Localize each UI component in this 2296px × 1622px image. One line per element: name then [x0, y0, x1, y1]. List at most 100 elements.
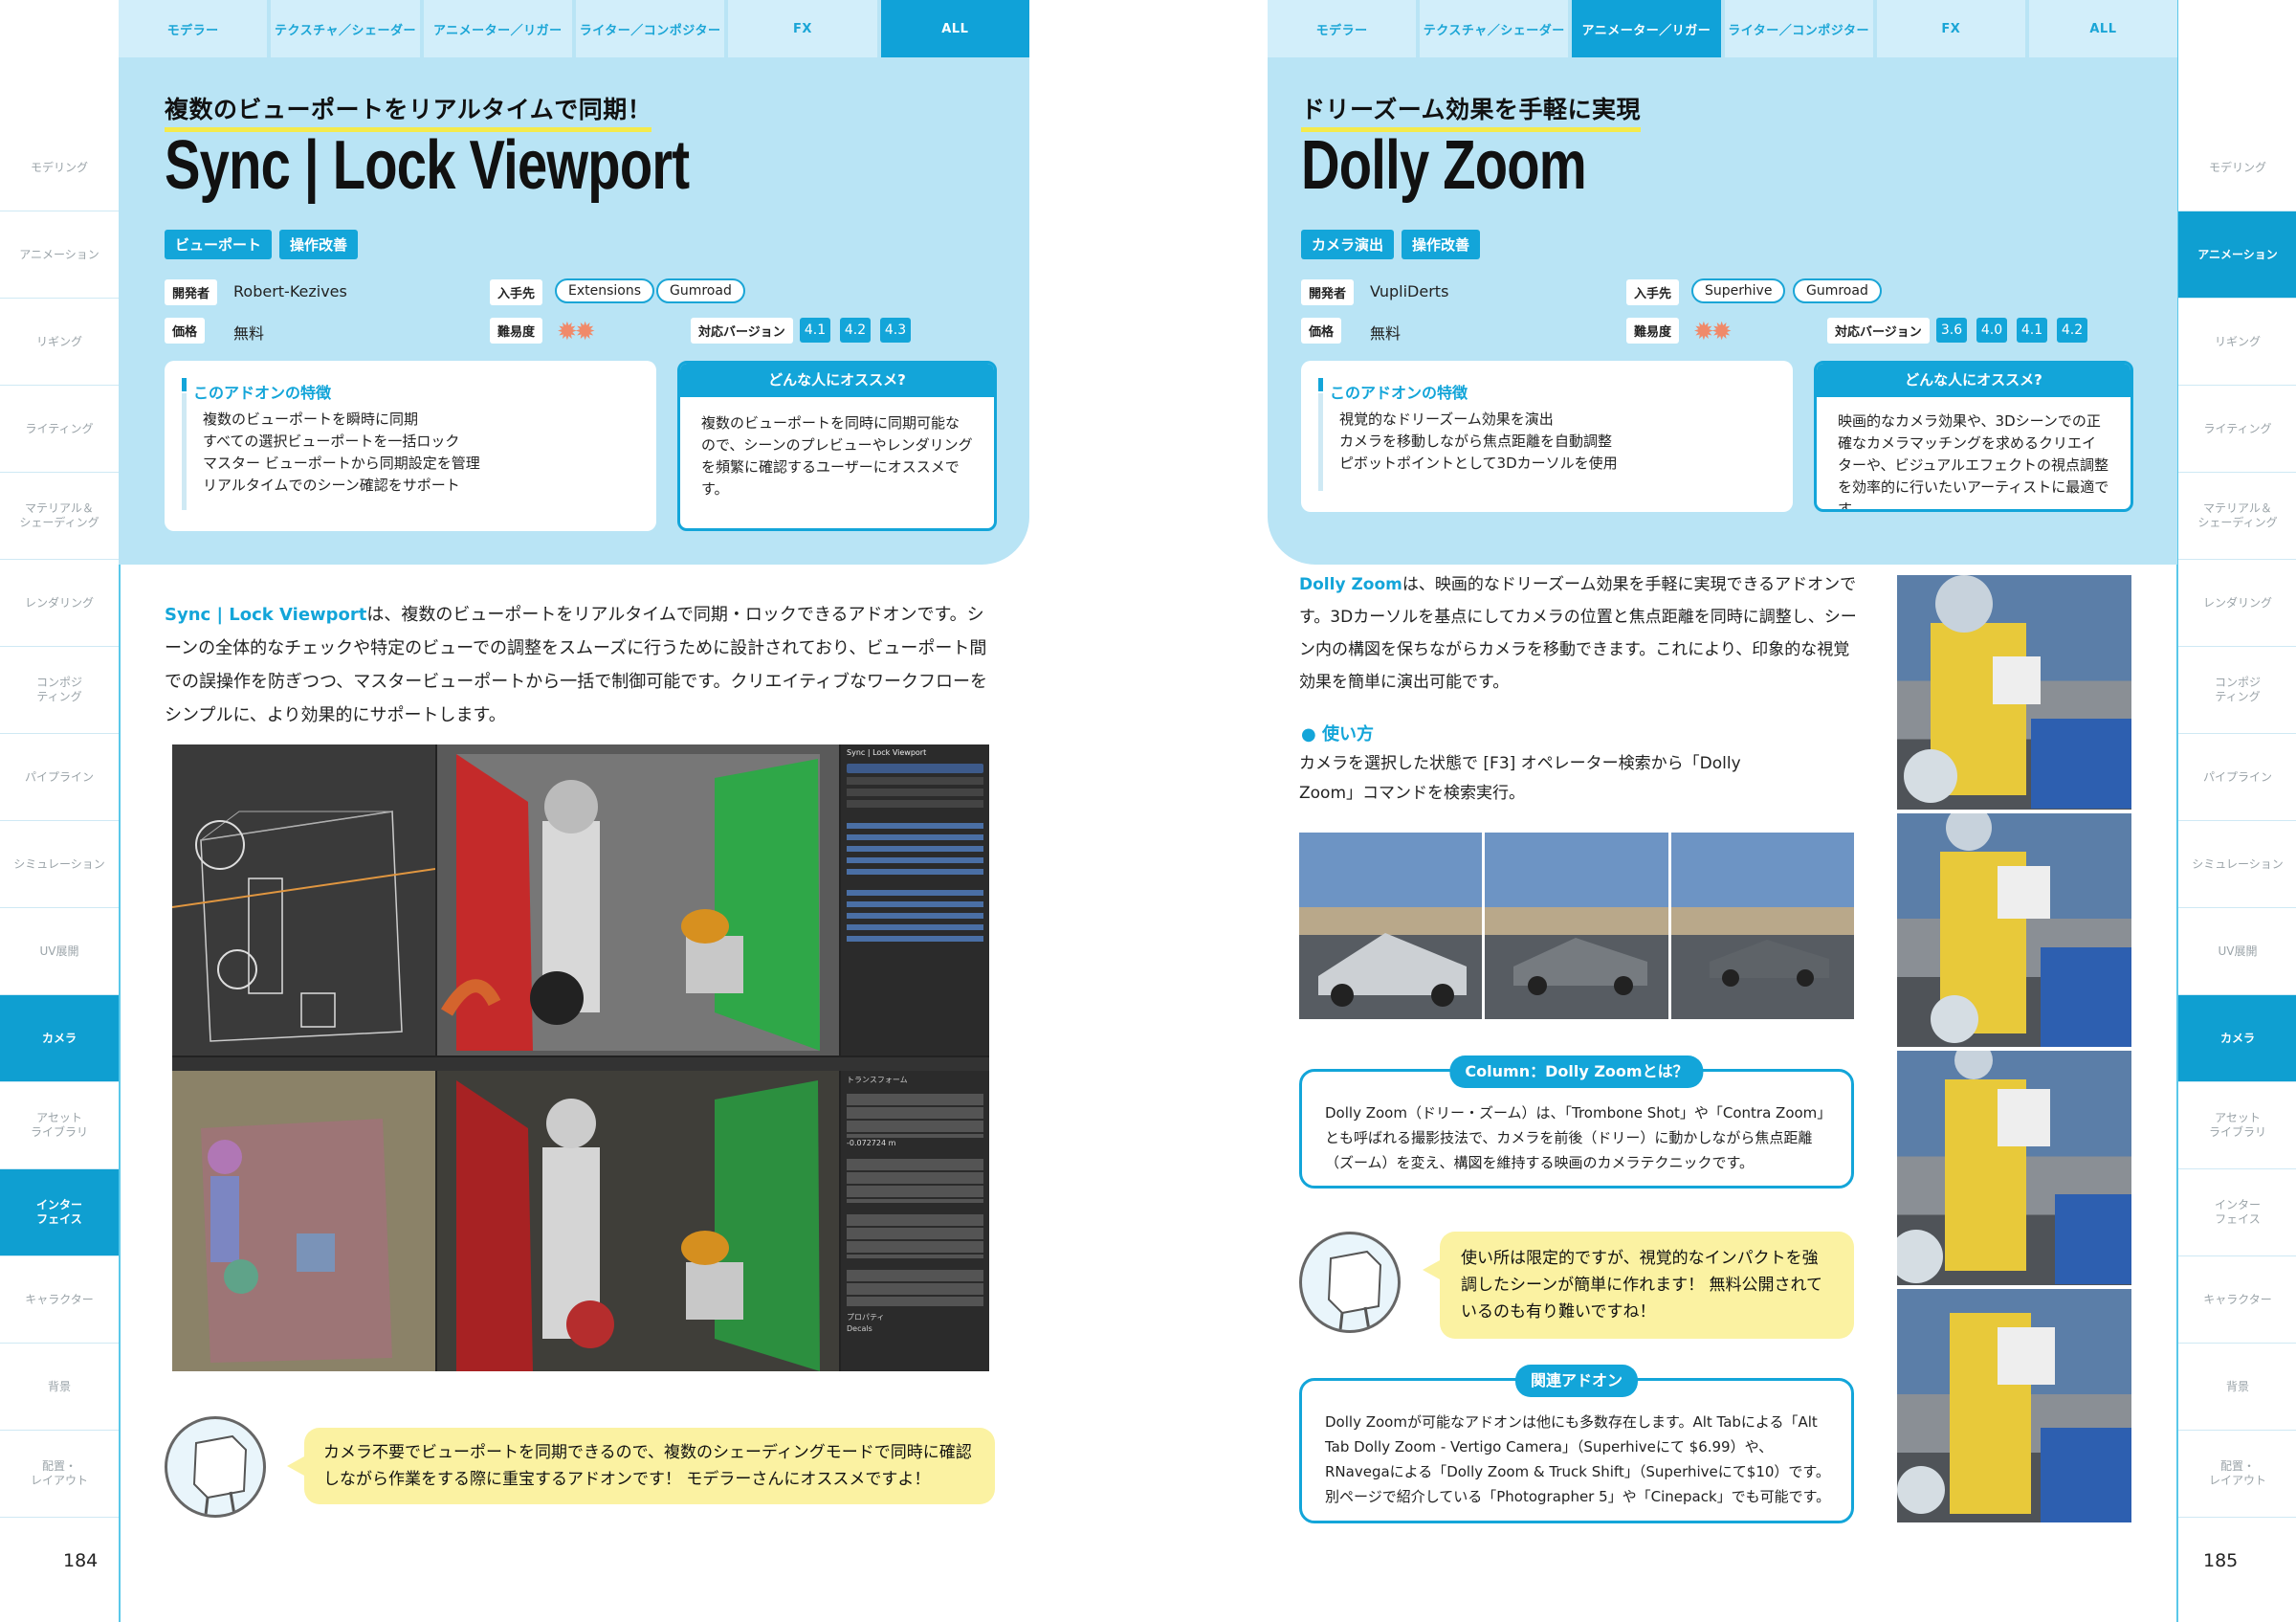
scale-fields[interactable] [847, 1212, 983, 1258]
features-box: このアドオンの特徴 視覚的なドリーズーム効果を演出 カメラを移動しながら焦点距離を… [1301, 361, 1793, 512]
nav-item-14[interactable]: 背景 [2178, 1344, 2296, 1431]
viewport-checklist[interactable] [847, 817, 983, 875]
column-title: Column：Dolly Zoomとは？ [1449, 1055, 1704, 1088]
tag: 操作改善 [1402, 230, 1481, 259]
tab-2[interactable]: アニメーター／リガー [423, 0, 572, 57]
dolly-zoom-frames [1299, 833, 1854, 1019]
dimension-fields[interactable] [847, 1268, 983, 1306]
property-section[interactable]: プロパティ [847, 1312, 983, 1323]
tab-4[interactable]: FX [1876, 0, 2025, 57]
frame-image [1670, 833, 1854, 1019]
tab-0[interactable]: モデラー [1268, 0, 1417, 57]
nav-item-10[interactable]: カメラ [0, 995, 119, 1082]
nav-item-3[interactable]: ライティング [2178, 386, 2296, 473]
photo-frame [1897, 812, 2131, 1047]
nav-item-15[interactable]: 配置・ レイアウト [0, 1431, 119, 1518]
nav-item-5[interactable]: レンダリング [2178, 560, 2296, 647]
tab-3[interactable]: ライター／コンポジター [1724, 0, 1873, 57]
sync-button[interactable] [847, 764, 983, 773]
article-body: Dolly Zoomは、映画的なドリーズーム効果を手軽に実現できるアドオンです。… [1299, 568, 1864, 699]
location-fields[interactable] [847, 1092, 983, 1138]
feature-item: ピボットポイントとして3Dカーソルを使用 [1339, 455, 1618, 472]
nav-item-5[interactable]: レンダリング [0, 560, 119, 647]
rendered-viewport [437, 1071, 839, 1371]
nav-item-9[interactable]: UV展開 [0, 908, 119, 995]
material-viewport [172, 1071, 435, 1371]
nav-item-0[interactable]: モデリング [2178, 124, 2296, 211]
nav-item-8[interactable]: シミュレーション [0, 821, 119, 908]
nav-item-15[interactable]: 配置・ レイアウト [2178, 1431, 2296, 1518]
article-title: Sync | Lock Viewport [165, 127, 690, 204]
feature-item: カメラを移動しながら焦点距離を自動調整 [1339, 433, 1613, 450]
price-label: 価格 [1301, 318, 1342, 344]
features-box: このアドオンの特徴 複数のビューポートを瞬時に同期 すべての選択ビューポートを一括… [165, 361, 656, 531]
related-title: 関連アドオン [1514, 1365, 1639, 1397]
tab-5[interactable]: ALL [880, 0, 1029, 57]
nav-item-12[interactable]: インター フェイス [2178, 1169, 2296, 1256]
nav-item-9[interactable]: UV展開 [2178, 908, 2296, 995]
nav-item-1[interactable]: アニメーション [0, 211, 119, 299]
features-list: 視覚的なドリーズーム効果を演出 カメラを移動しながら焦点距離を自動調整 ピボットポイ… [1339, 409, 1618, 475]
tab-1[interactable]: テクスチャ／シェーダー [271, 0, 420, 57]
tab-4[interactable]: FX [728, 0, 877, 57]
rotation-fields[interactable] [847, 1157, 983, 1203]
recommend-text: 映画的なカメラ効果や、3Dシーンでの正確なカメラマッチングを求めるクリエイターや… [1838, 412, 2109, 512]
nav-item-13[interactable]: キャラクター [0, 1256, 119, 1344]
tab-1[interactable]: テクスチャ／シェーダー [1420, 0, 1569, 57]
tab-2[interactable]: アニメーター／リガー [1572, 0, 1721, 57]
source-gumroad: Gumroad [656, 278, 745, 303]
tag: カメラ演出 [1301, 230, 1395, 259]
nav-item-4[interactable]: マテリアル＆ シェーディング [0, 473, 119, 560]
features-title: このアドオンの特徴 [193, 384, 332, 402]
nav-item-7[interactable]: パイプライン [2178, 734, 2296, 821]
decals-section[interactable]: Decals [847, 1323, 983, 1335]
sync-options[interactable] [847, 884, 983, 942]
transform-panel[interactable]: トランスフォーム -0.072724 m プロパティ Decals [841, 1071, 989, 1371]
nav-item-3[interactable]: ライティング [0, 386, 119, 473]
chapter-nav: モデリング アニメーション リギング ライティング マテリアル＆ シェーディング レンダリ… [2178, 124, 2296, 1518]
version-badge: 4.1 [800, 318, 830, 343]
column-box: Column：Dolly Zoomとは？ Dolly Zoom（ドリー・ズーム）… [1299, 1055, 1854, 1189]
nav-item-4[interactable]: マテリアル＆ シェーディング [2178, 473, 2296, 560]
features-bar [1318, 378, 1323, 491]
version-badge: 4.2 [2057, 318, 2087, 343]
nav-item-8[interactable]: シミュレーション [2178, 821, 2296, 908]
dolly-zoom-photos [1897, 575, 2131, 1522]
nav-item-11[interactable]: アセット ライブラリ [0, 1082, 119, 1169]
wireframe-scene [172, 811, 436, 1042]
sync-panel[interactable]: Sync | Lock Viewport [841, 744, 989, 1055]
nav-item-12[interactable]: インター フェイス [0, 1169, 119, 1256]
body-lead: Sync | Lock Viewport [165, 605, 367, 625]
nav-item-7[interactable]: パイプライン [0, 734, 119, 821]
chapter-nav: モデリング アニメーション リギング ライティング マテリアル＆ シェーディング レンダリ… [0, 124, 119, 1518]
mascot-avatar [1299, 1232, 1401, 1333]
tag-list: カメラ演出 操作改善 [1301, 230, 1481, 259]
developer-label: 開発者 [165, 279, 218, 305]
nav-item-14[interactable]: 背景 [0, 1344, 119, 1431]
tab-0[interactable]: モデラー [119, 0, 268, 57]
speech-bubble: 使い所は限定的ですが、視覚的なインパクトを強調したシーンが簡単に作れます！ 無料… [1423, 1232, 1854, 1339]
nav-item-2[interactable]: リギング [0, 299, 119, 386]
feature-item: 複数のビューポートを瞬時に同期 [203, 411, 419, 428]
difficulty-icon: ✹✹ [557, 318, 596, 346]
nav-item-6[interactable]: コンポジ ティング [2178, 647, 2296, 734]
nav-item-6[interactable]: コンポジ ティング [0, 647, 119, 734]
version-label: 対応バージョン [691, 318, 793, 344]
tag: 操作改善 [279, 230, 359, 259]
version-badge: 4.0 [1976, 318, 2007, 343]
tab-5[interactable]: ALL [2028, 0, 2178, 57]
nav-item-2[interactable]: リギング [2178, 299, 2296, 386]
page-number: 185 [2203, 1550, 2239, 1571]
nav-item-13[interactable]: キャラクター [2178, 1256, 2296, 1344]
recommend-box: どんな人にオススメ? 複数のビューポートを同時に同期可能なので、シーンのプレビュ… [677, 361, 997, 531]
speech-bubble: カメラ不要でビューポートを同期できるので、複数のシェーディングモードで同時に確認… [287, 1428, 995, 1504]
nav-item-11[interactable]: アセット ライブラリ [2178, 1082, 2296, 1169]
difficulty-label: 難易度 [1626, 318, 1680, 344]
nav-item-1[interactable]: アニメーション [2178, 211, 2296, 299]
article-body: Sync | Lock Viewportは、複数のビューポートをリアルタイムで同… [165, 598, 999, 732]
nav-item-0[interactable]: モデリング [0, 124, 119, 211]
difficulty-label: 難易度 [490, 318, 543, 344]
tab-3[interactable]: ライター／コンポジター [575, 0, 725, 57]
nav-item-10[interactable]: カメラ [2178, 995, 2296, 1082]
viewport-toolbar[interactable] [172, 1057, 989, 1071]
